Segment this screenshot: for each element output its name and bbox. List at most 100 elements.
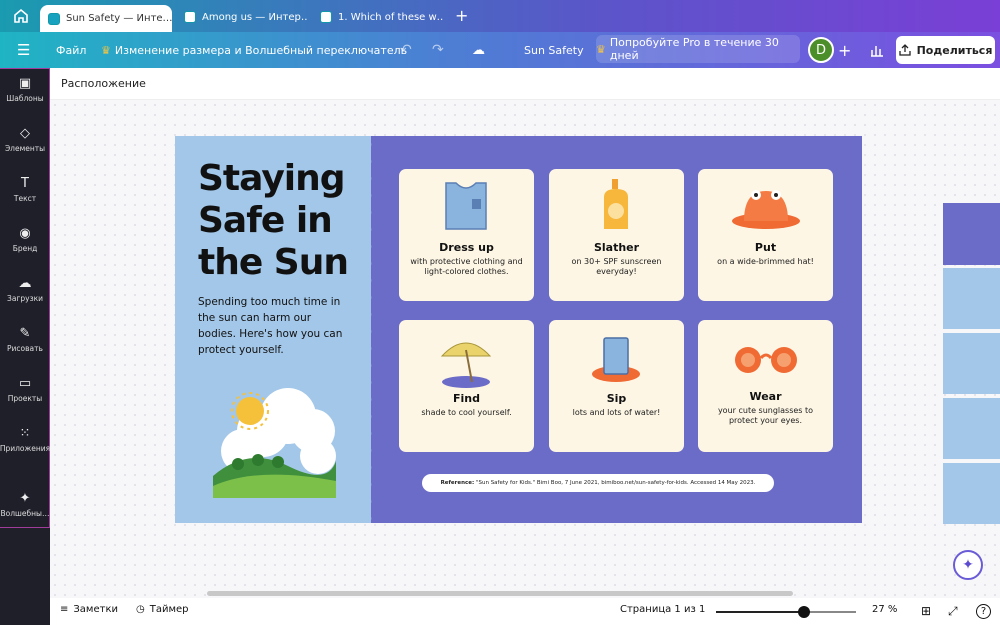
tab-label: Among us — Интер… xyxy=(202,11,308,23)
editor-toolbar: ☰ Файл ♛ Изменение размера и Волшебный п… xyxy=(0,32,1000,68)
avatar[interactable]: D xyxy=(808,37,834,63)
magic-media-icon: ✦ xyxy=(19,491,31,506)
sidebar-item-apps[interactable]: ⁙ Приложения xyxy=(0,418,50,462)
sidebar-item-label: Бренд xyxy=(12,244,38,253)
tip-card-wear[interactable]: Wear your cute sunglasses to protect you… xyxy=(698,320,833,452)
card-text: lots and lots of water! xyxy=(572,408,661,417)
share-button[interactable]: Поделиться xyxy=(896,36,995,64)
add-collaborator-icon[interactable]: + xyxy=(838,32,851,68)
sidebar-item-label: Волшебны… xyxy=(0,509,50,518)
reference-text: "Sun Safety for Kids." Bimi Boo, 7 June … xyxy=(475,480,756,486)
timer-button[interactable]: ◷ Таймер xyxy=(136,604,189,615)
tip-card-put[interactable]: Put on a wide-brimmed hat! xyxy=(698,169,833,301)
slide-title[interactable]: Staying Safe in the Sun xyxy=(198,158,349,284)
fullscreen-icon[interactable]: ⤢ xyxy=(948,604,958,619)
draw-icon: ✎ xyxy=(19,326,31,341)
thumbnail[interactable] xyxy=(943,398,1000,459)
cloud-save-icon[interactable]: ☁ xyxy=(472,32,485,68)
home-icon[interactable] xyxy=(12,7,30,25)
apps-icon: ⁙ xyxy=(19,426,31,441)
sunglasses-icon xyxy=(735,347,797,373)
sidebar-item-uploads[interactable]: ☁ Загрузки xyxy=(0,268,50,312)
sparkle-icon: ✦ xyxy=(962,557,974,573)
timer-icon: ◷ xyxy=(136,604,145,615)
zoom-value[interactable]: 27 % xyxy=(872,604,897,615)
tip-card-sip[interactable]: Sip lots and lots of water! xyxy=(549,320,684,452)
try-pro-button[interactable]: ♛ Попробуйте Pro в течение 30 дней xyxy=(596,35,800,63)
layout-title: Расположение xyxy=(61,77,146,90)
zoom-slider-fill xyxy=(716,611,804,613)
sidebar-item-draw[interactable]: ✎ Рисовать xyxy=(0,318,50,362)
sidebar-item-label: Элементы xyxy=(4,144,46,153)
card-title: Dress up xyxy=(439,241,494,254)
card-title: Find xyxy=(453,392,480,405)
tank-top-icon xyxy=(445,182,487,230)
sun-hat-icon xyxy=(732,190,800,229)
notes-button[interactable]: ≡ Заметки xyxy=(60,604,118,615)
tip-card-dress-up[interactable]: Dress up with protective clothing and li… xyxy=(399,169,534,301)
menu-icon[interactable]: ☰ xyxy=(17,32,30,68)
share-label: Поделиться xyxy=(916,43,993,57)
share-icon xyxy=(898,44,911,56)
timer-label: Таймер xyxy=(149,604,189,615)
zoom-slider[interactable] xyxy=(716,606,856,618)
new-tab-icon[interactable]: + xyxy=(455,6,468,25)
redo-icon[interactable]: ↷ xyxy=(432,32,444,68)
card-text: on a wide-brimmed hat! xyxy=(717,257,814,266)
card-text: your cute sunglasses to protect your eye… xyxy=(717,406,814,425)
sidebar-item-projects[interactable]: ▭ Проекты xyxy=(0,368,50,412)
horizontal-scrollbar[interactable] xyxy=(207,591,793,596)
bottom-bar: ≡ Заметки ◷ Таймер Страница 1 из 1 27 % … xyxy=(50,598,1000,625)
help-button[interactable]: ? xyxy=(976,604,991,619)
title-line: Staying xyxy=(198,158,346,199)
crown-icon: ♛ xyxy=(101,43,111,57)
tip-card-find[interactable]: Find shade to cool yourself. xyxy=(399,320,534,452)
sunscreen-bottle-icon xyxy=(604,179,628,229)
sidebar-item-magic-media[interactable]: ✦ Волшебны… xyxy=(0,483,50,527)
sidebar-item-brand[interactable]: ◉ Бренд xyxy=(0,218,50,262)
file-menu[interactable]: Файл xyxy=(56,32,86,68)
grid-view-icon[interactable]: ⊞ xyxy=(921,604,931,618)
sidebar-item-templates[interactable]: ▣ Шаблоны xyxy=(0,68,50,112)
reference-label: Reference: xyxy=(440,480,475,486)
sidebar-item-label: Текст xyxy=(13,194,37,203)
title-line: Safe in xyxy=(198,200,333,241)
thumbnail[interactable] xyxy=(943,268,1000,329)
resize-button[interactable]: ♛ Изменение размера и Волшебный переключ… xyxy=(101,32,407,68)
browser-tab-bar: Sun Safety — Инте… ✕ Among us — Интер… ✕… xyxy=(0,0,1000,32)
card-title: Slather xyxy=(593,241,640,254)
reference-pill[interactable]: Reference: "Sun Safety for Kids." Bimi B… xyxy=(422,474,774,492)
card-text: shade to cool yourself. xyxy=(421,408,512,417)
zoom-slider-knob[interactable] xyxy=(797,606,810,618)
thumbnail[interactable] xyxy=(943,463,1000,524)
tip-card-slather[interactable]: Slather on 30+ SPF sunscreen everyday! xyxy=(549,169,684,301)
resize-label: Изменение размера и Волшебный переключат… xyxy=(114,43,408,57)
document-title[interactable]: Sun Safety xyxy=(524,32,584,68)
left-sidebar: ▣ Шаблоны ◇ Элементы T Текст ◉ Бренд ☁ З… xyxy=(0,68,50,625)
sidebar-item-text[interactable]: T Текст xyxy=(0,168,50,212)
sidebar-item-label: Проекты xyxy=(7,394,43,403)
tab-label: 1. Which of these w… xyxy=(338,11,444,23)
scalloped-edge xyxy=(365,136,379,523)
slide-lead-text[interactable]: Spending too much time in the sun can ha… xyxy=(198,294,348,358)
browser-tab-which[interactable]: 1. Which of these w… ✕ xyxy=(312,5,444,29)
upload-icon: ☁ xyxy=(18,276,32,291)
browser-tab-sun-safety[interactable]: Sun Safety — Инте… ✕ xyxy=(40,5,172,32)
thumbnail[interactable] xyxy=(943,203,1000,265)
sidebar-item-elements[interactable]: ◇ Элементы xyxy=(0,118,50,162)
thumbnail[interactable] xyxy=(943,333,1000,394)
crown-icon: ♛ xyxy=(596,42,606,56)
sidebar-item-label: Приложения xyxy=(0,444,51,453)
analytics-icon[interactable] xyxy=(870,32,884,68)
undo-icon[interactable]: ↶ xyxy=(400,32,412,68)
page-indicator[interactable]: Страница 1 из 1 xyxy=(620,604,705,615)
sidebar-item-label: Шаблоны xyxy=(6,94,44,103)
design-slide[interactable]: Staying Safe in the Sun Spending too muc… xyxy=(175,136,862,523)
pro-label: Попробуйте Pro в течение 30 дней xyxy=(609,36,779,62)
notes-icon: ≡ xyxy=(60,604,69,615)
browser-tab-among-us[interactable]: Among us — Интер… ✕ xyxy=(176,5,308,29)
panel-header: Расположение xyxy=(50,68,1000,100)
card-title: Wear xyxy=(749,390,782,403)
magic-assistant-button[interactable]: ✦ xyxy=(953,550,983,580)
tab-label: Sun Safety — Инте… xyxy=(66,13,172,24)
